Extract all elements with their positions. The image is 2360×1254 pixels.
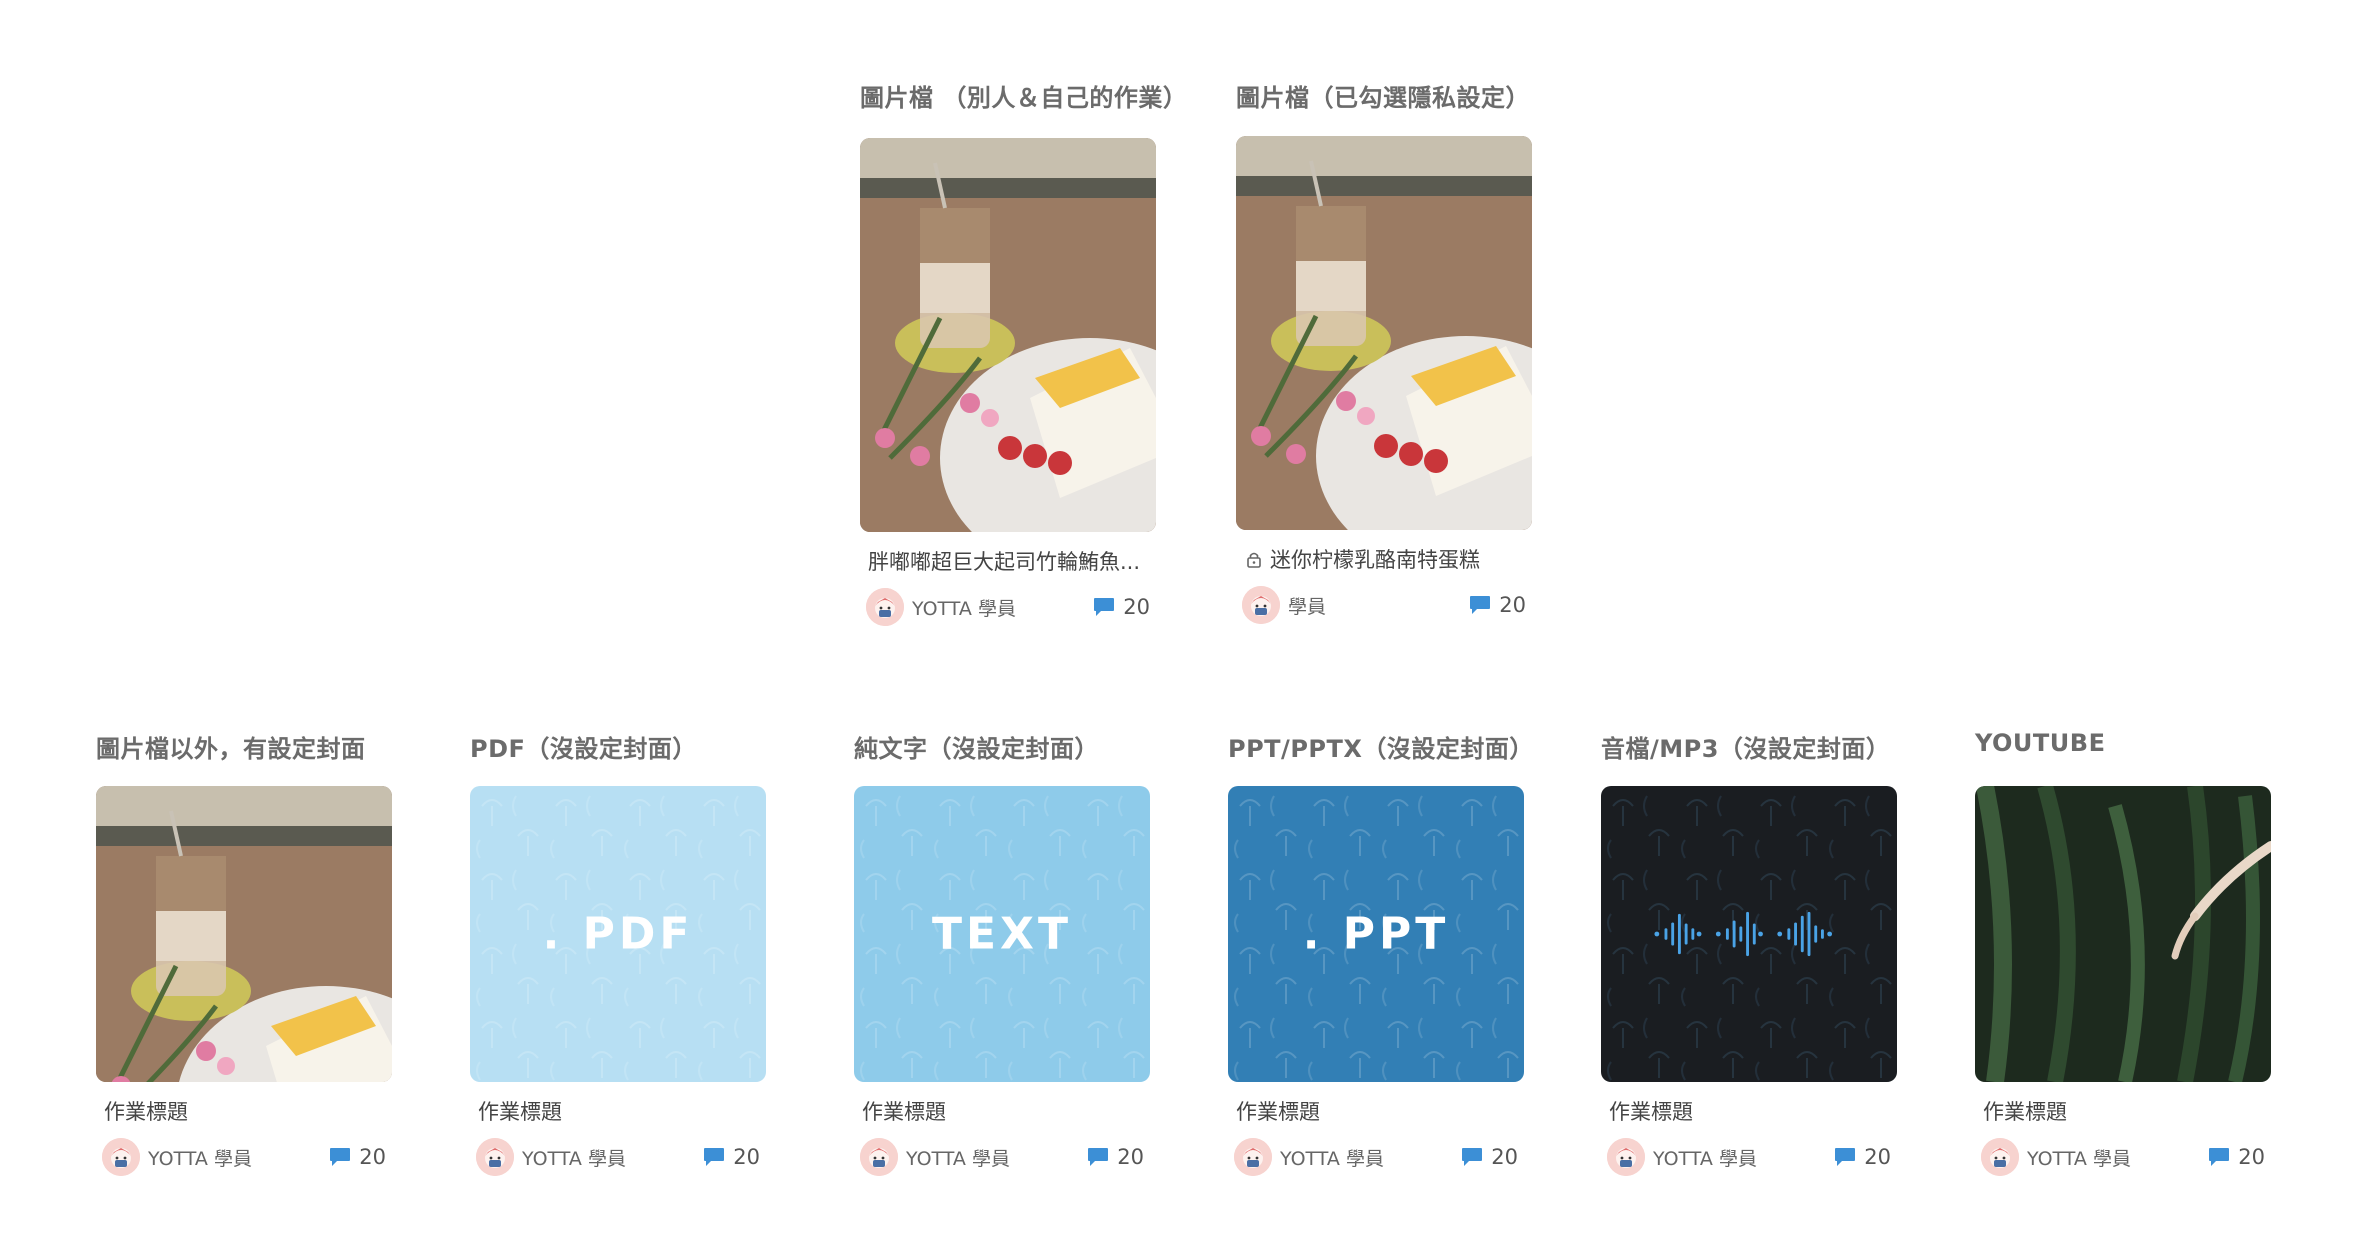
- author-name: YOTTA 學員: [912, 597, 1016, 620]
- card-title[interactable]: 作業標題: [96, 1096, 392, 1126]
- card-thumbnail[interactable]: [96, 786, 392, 1082]
- card-title[interactable]: 胖嘟嘟超巨大起司竹輪鮪魚...: [860, 546, 1156, 576]
- card-author[interactable]: YOTTA 學員: [1234, 1138, 1384, 1176]
- comment-count: 20: [1834, 1145, 1891, 1169]
- card-title-text: 作業標題: [1236, 1100, 1320, 1124]
- assignment-card-image-public[interactable]: 胖嘟嘟超巨大起司竹輪鮪魚... YOTTA 學員 20: [860, 138, 1156, 626]
- assignment-card-youtube[interactable]: 作業標題 YOTTA 學員 20: [1975, 786, 2271, 1176]
- comment-count: 20: [329, 1145, 386, 1169]
- comment-count-value: 20: [1117, 1145, 1144, 1169]
- cover-type-text: . PDF: [542, 908, 694, 960]
- comment-count-value: 20: [1864, 1145, 1891, 1169]
- assignment-card-pdf[interactable]: . PDF 作業標題 YOTTA 學員 20: [470, 786, 766, 1176]
- avatar: [866, 588, 904, 626]
- author-name: YOTTA 學員: [2027, 1147, 2131, 1170]
- section-label-youtube: YOUTUBE: [1975, 729, 2106, 757]
- avatar: [1234, 1138, 1272, 1176]
- assignment-card-ppt[interactable]: . PPT 作業標題 YOTTA 學員 20: [1228, 786, 1524, 1176]
- avatar: [1242, 586, 1280, 624]
- card-title-text: 作業標題: [104, 1100, 188, 1124]
- speech-bubble-icon: [1834, 1147, 1856, 1167]
- section-label-ppt: PPT/PPTX（沒設定封面）: [1228, 735, 1534, 763]
- lock-icon: [1247, 552, 1261, 568]
- author-name: YOTTA 學員: [1280, 1147, 1384, 1170]
- card-title[interactable]: 作業標題: [1228, 1096, 1524, 1126]
- card-thumbnail[interactable]: . PDF: [470, 786, 766, 1082]
- cafe-photo: [860, 138, 1156, 532]
- speech-bubble-icon: [329, 1147, 351, 1167]
- assignment-card-text[interactable]: TEXT 作業標題 YOTTA 學員 20: [854, 786, 1150, 1176]
- comment-count-value: 20: [733, 1145, 760, 1169]
- comment-count: 20: [1469, 593, 1526, 617]
- author-name: YOTTA 學員: [148, 1147, 252, 1170]
- speech-bubble-icon: [703, 1147, 725, 1167]
- speech-bubble-icon: [2208, 1147, 2230, 1167]
- speech-bubble-icon: [1469, 595, 1491, 615]
- card-title[interactable]: 作業標題: [854, 1096, 1150, 1126]
- section-label-audio: 音檔/MP3（沒設定封面）: [1601, 735, 1891, 763]
- sound-wave-icon: [1654, 911, 1833, 957]
- card-title-text: 作業標題: [478, 1100, 562, 1124]
- card-title-text: 作業標題: [1609, 1100, 1693, 1124]
- cover-type-text: TEXT: [931, 908, 1072, 960]
- section-label-pdf: PDF（沒設定封面）: [470, 735, 697, 763]
- comment-count: 20: [2208, 1145, 2265, 1169]
- card-title[interactable]: 迷你柠檬乳酪南特蛋糕: [1236, 544, 1532, 574]
- comment-count-value: 20: [359, 1145, 386, 1169]
- card-title[interactable]: 作業標題: [1601, 1096, 1897, 1126]
- comment-count-value: 20: [2238, 1145, 2265, 1169]
- card-thumbnail[interactable]: [860, 138, 1156, 532]
- assignment-card-audio[interactable]: 作業標題 YOTTA 學員 20: [1601, 786, 1897, 1176]
- assignment-card-with-cover[interactable]: 作業標題 YOTTA 學員 20: [96, 786, 392, 1176]
- avatar: [102, 1138, 140, 1176]
- author-name: YOTTA 學員: [906, 1147, 1010, 1170]
- author-name: YOTTA 學員: [522, 1147, 626, 1170]
- card-thumbnail[interactable]: [1236, 136, 1532, 530]
- speech-bubble-icon: [1461, 1147, 1483, 1167]
- assignment-card-image-private[interactable]: 迷你柠檬乳酪南特蛋糕 學員 20: [1236, 136, 1532, 624]
- cafe-photo: [1236, 136, 1532, 530]
- card-author[interactable]: YOTTA 學員: [866, 588, 1016, 626]
- card-title-text: 迷你柠檬乳酪南特蛋糕: [1270, 548, 1480, 572]
- avatar: [1607, 1138, 1645, 1176]
- avatar: [860, 1138, 898, 1176]
- card-author[interactable]: YOTTA 學員: [102, 1138, 252, 1176]
- card-thumbnail[interactable]: . PPT: [1228, 786, 1524, 1082]
- comment-count-value: 20: [1499, 593, 1526, 617]
- cafe-photo: [96, 786, 392, 1082]
- author-name: 學員: [1288, 595, 1327, 618]
- avatar: [476, 1138, 514, 1176]
- card-thumbnail[interactable]: TEXT: [854, 786, 1150, 1082]
- section-label-image-private: 圖片檔（已勾選隱私設定）: [1236, 84, 1530, 112]
- card-title[interactable]: 作業標題: [470, 1096, 766, 1126]
- cornfield-photo: [1975, 786, 2271, 1082]
- section-label-text: 純文字（沒設定封面）: [854, 735, 1099, 763]
- card-author[interactable]: YOTTA 學員: [1607, 1138, 1757, 1176]
- comment-count: 20: [1093, 595, 1150, 619]
- speech-bubble-icon: [1093, 597, 1115, 617]
- cover-type-text: . PPT: [1302, 908, 1450, 960]
- section-label-other-with-cover: 圖片檔以外，有設定封面: [96, 735, 366, 763]
- comment-count: 20: [1087, 1145, 1144, 1169]
- card-author[interactable]: YOTTA 學員: [476, 1138, 626, 1176]
- speech-bubble-icon: [1087, 1147, 1109, 1167]
- author-name: YOTTA 學員: [1653, 1147, 1757, 1170]
- card-title[interactable]: 作業標題: [1975, 1096, 2271, 1126]
- comment-count-value: 20: [1123, 595, 1150, 619]
- card-title-text: 胖嘟嘟超巨大起司竹輪鮪魚...: [868, 550, 1141, 574]
- comment-count: 20: [703, 1145, 760, 1169]
- card-thumbnail[interactable]: [1975, 786, 2271, 1082]
- avatar: [1981, 1138, 2019, 1176]
- card-author[interactable]: YOTTA 學員: [860, 1138, 1010, 1176]
- card-author[interactable]: YOTTA 學員: [1981, 1138, 2131, 1176]
- comment-count-value: 20: [1491, 1145, 1518, 1169]
- card-author[interactable]: 學員: [1242, 586, 1326, 624]
- card-title-text: 作業標題: [1983, 1100, 2067, 1124]
- section-label-image-public: 圖片檔 （別人＆自己的作業）: [860, 84, 1188, 112]
- card-title-text: 作業標題: [862, 1100, 946, 1124]
- card-thumbnail[interactable]: [1601, 786, 1897, 1082]
- comment-count: 20: [1461, 1145, 1518, 1169]
